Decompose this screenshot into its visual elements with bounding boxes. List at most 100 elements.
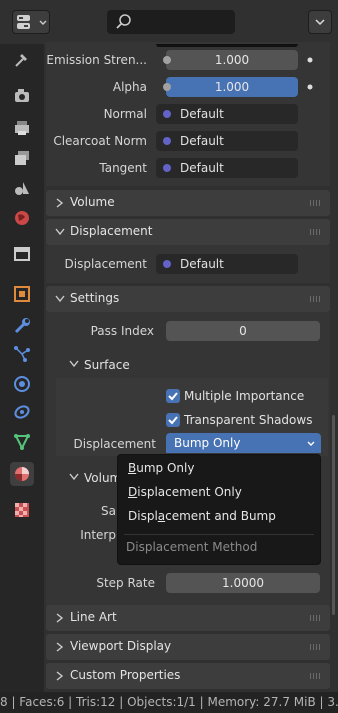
world-icon xyxy=(15,211,29,225)
displacement-input-label: Displacement xyxy=(64,257,148,271)
transparent-shadows-checkbox[interactable] xyxy=(166,413,180,427)
drag-grip-icon[interactable] xyxy=(310,296,322,302)
displacement-method-dropdown[interactable]: Bump Only xyxy=(166,433,321,453)
drag-grip-icon[interactable] xyxy=(310,673,322,679)
alpha-slider[interactable]: 1.000 xyxy=(163,77,298,97)
vector-socket-icon xyxy=(163,164,171,172)
drag-grip-icon[interactable] xyxy=(310,200,322,206)
keyframe-dot-icon[interactable] xyxy=(307,84,313,90)
tab-tool[interactable] xyxy=(10,48,34,72)
chevron-down-icon xyxy=(307,441,315,446)
chevron-down-icon xyxy=(39,20,47,25)
settings-panel-header[interactable]: Settings xyxy=(46,286,330,312)
tab-modifier[interactable] xyxy=(10,314,34,338)
status-bar: 8 | Faces:6 | Tris:12 | Objects:1/1 | Me… xyxy=(0,692,338,713)
normal-label: Normal xyxy=(103,107,147,121)
drag-grip-icon[interactable] xyxy=(310,615,322,621)
pass-index-field[interactable]: 0 xyxy=(166,321,320,341)
vector-socket-icon xyxy=(163,260,171,268)
properties-tabs xyxy=(0,44,44,692)
normal-link-field[interactable]: Default xyxy=(156,104,298,124)
viewport-display-panel-header[interactable]: Viewport Display xyxy=(46,634,330,660)
tab-view-layer[interactable] xyxy=(10,146,34,170)
search-icon xyxy=(116,14,131,29)
step-rate-label: Step Rate xyxy=(96,576,155,590)
chevron-down-icon xyxy=(55,295,65,303)
particles-icon xyxy=(14,346,30,362)
chevron-down-icon[interactable] xyxy=(68,358,80,370)
constraints-icon xyxy=(14,405,30,419)
socket-icon xyxy=(163,56,171,64)
pass-index-label: Pass Index xyxy=(90,324,154,338)
options-button[interactable] xyxy=(308,10,332,34)
color-field-edge xyxy=(156,44,298,47)
menu-separator xyxy=(124,534,314,535)
drag-grip-icon[interactable] xyxy=(310,644,322,650)
chevron-down-icon[interactable] xyxy=(68,471,80,483)
tab-particles[interactable] xyxy=(10,342,34,366)
interpolation-label: Interp xyxy=(80,528,116,542)
displacement-panel-header[interactable]: Displacement xyxy=(46,219,330,245)
object-icon xyxy=(14,286,30,302)
surface-subpanel-title[interactable]: Surface xyxy=(84,358,130,372)
tab-world[interactable] xyxy=(10,206,34,230)
tab-texture[interactable] xyxy=(10,498,34,522)
step-rate-field[interactable]: 1.0000 xyxy=(166,573,320,593)
chevron-right-icon xyxy=(56,198,64,208)
chevron-right-icon xyxy=(56,642,64,652)
chevron-right-icon xyxy=(56,613,64,623)
physics-icon xyxy=(14,376,30,392)
properties-header xyxy=(0,0,338,44)
checkmark-icon xyxy=(168,392,178,401)
tab-object[interactable] xyxy=(10,282,34,306)
collection-icon xyxy=(14,247,30,261)
keyframe-dot-icon[interactable] xyxy=(307,57,313,63)
custom-properties-panel-header[interactable]: Custom Properties xyxy=(46,663,330,689)
clearcoat-normal-link-field[interactable]: Default xyxy=(156,131,298,151)
scrollbar[interactable] xyxy=(332,415,335,615)
volume-subpanel-title[interactable]: Volum xyxy=(84,471,121,485)
multiple-importance-label: Multiple Importance xyxy=(184,389,305,403)
tab-render[interactable] xyxy=(10,84,34,108)
data-icon xyxy=(14,434,30,451)
emission-strength-field[interactable]: 1.000 xyxy=(163,50,298,70)
tab-constraints[interactable] xyxy=(10,400,34,424)
vector-socket-icon xyxy=(163,110,171,118)
status-text: 8 | Faces:6 | Tris:12 | Objects:1/1 | Me… xyxy=(0,695,338,709)
texture-icon xyxy=(15,503,29,517)
tab-collection[interactable] xyxy=(10,242,34,266)
menu-item-displacement-and-bump[interactable]: Displacement and Bump xyxy=(128,509,276,523)
tangent-label: Tangent xyxy=(99,161,147,175)
properties-editor-icon xyxy=(17,15,30,29)
tab-material[interactable] xyxy=(10,462,34,486)
displacement-method-menu: Bump Only Displacement Only Displacement… xyxy=(117,454,321,565)
tab-output[interactable] xyxy=(10,116,34,140)
chevron-down-icon xyxy=(315,19,325,26)
menu-item-displacement-only[interactable]: Displacement Only xyxy=(128,485,242,499)
properties-main: Emission Stren... 1.000 Alpha 1.000 Norm… xyxy=(44,42,338,692)
editor-type-button[interactable] xyxy=(12,10,50,34)
clearcoat-normal-label: Clearcoat Norm xyxy=(53,134,147,148)
line-art-panel-header[interactable]: Line Art xyxy=(46,605,330,631)
emission-strength-label: Emission Stren... xyxy=(46,53,147,67)
volume-panel-header[interactable]: Volume xyxy=(46,190,330,216)
chevron-right-icon xyxy=(56,671,64,681)
displacement-link-field[interactable]: Default xyxy=(156,254,298,274)
search-input[interactable] xyxy=(107,10,235,34)
displacement-method-label: Displacement xyxy=(73,437,157,451)
tool-icon xyxy=(15,54,27,67)
vector-socket-icon xyxy=(163,137,171,145)
tab-scene[interactable] xyxy=(10,176,34,200)
chevron-down-icon xyxy=(55,228,65,236)
menu-item-bump-only[interactable]: Bump Only xyxy=(128,461,194,475)
tangent-link-field[interactable]: Default xyxy=(156,158,298,178)
material-icon xyxy=(15,467,29,481)
checkmark-icon xyxy=(168,416,178,425)
render-icon xyxy=(15,89,29,102)
output-icon xyxy=(15,121,29,135)
drag-grip-icon[interactable] xyxy=(310,229,322,235)
multiple-importance-checkbox[interactable] xyxy=(166,389,180,403)
sampling-label: Sa xyxy=(101,504,116,518)
tab-data[interactable] xyxy=(10,430,34,454)
tab-physics[interactable] xyxy=(10,372,34,396)
